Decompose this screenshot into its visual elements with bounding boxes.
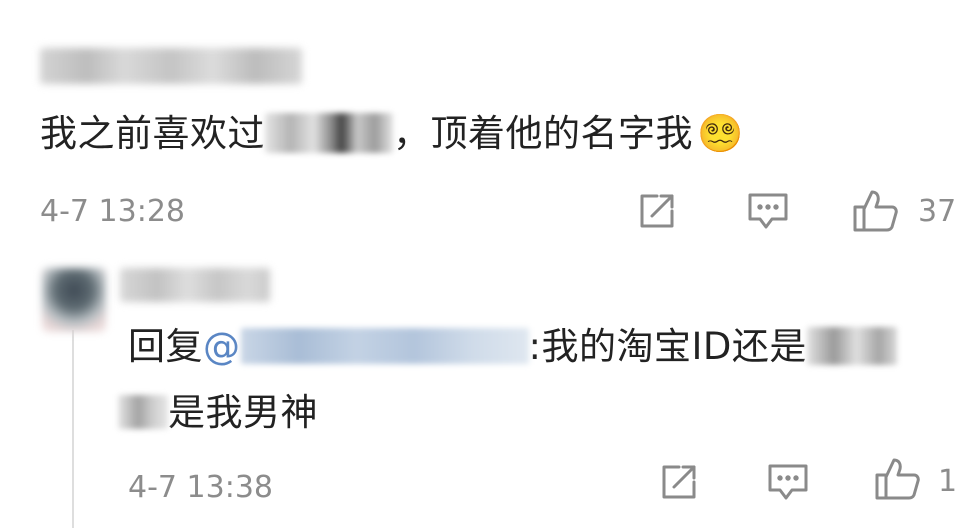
comment-text-start: 我之前喜欢过 <box>40 112 265 155</box>
reply-text-mid: :我的淘宝ID还是 <box>528 325 807 368</box>
username-blurred[interactable] <box>40 48 302 84</box>
reply-text-line-1: 回复@ :我的淘宝ID还是 <box>128 325 897 368</box>
reply-prefix: 回复 <box>128 325 203 368</box>
reply-text-end: 是我男神 <box>168 391 318 434</box>
like-count: 37 <box>918 194 957 229</box>
reply-text-line-2: 是我男神 <box>118 394 318 431</box>
redacted-id <box>806 326 897 365</box>
share-icon[interactable] <box>659 462 699 502</box>
thumbs-up-icon[interactable] <box>852 188 900 234</box>
avatar[interactable] <box>42 268 106 332</box>
share-icon[interactable] <box>637 191 677 231</box>
emoji-dizzy-icon: 😵‍💫 <box>697 112 744 155</box>
comment-text-end: ，顶着他的名字我 <box>393 112 693 155</box>
comment-icon[interactable] <box>746 191 790 233</box>
reply-username-blurred[interactable] <box>120 268 270 302</box>
mention-at: @ <box>203 325 241 368</box>
like-count: 1 <box>938 464 958 499</box>
redacted-name <box>265 112 393 153</box>
mention-name-blurred <box>240 327 529 364</box>
comment-text: 我之前喜欢过 ，顶着他的名字我 😵‍💫 <box>40 112 744 155</box>
thread-line <box>72 330 74 528</box>
comment-time: 4-7 13:28 <box>40 194 185 229</box>
mention-link[interactable]: @ <box>203 325 529 368</box>
thumbs-up-icon[interactable] <box>874 456 922 502</box>
reply-time: 4-7 13:38 <box>128 470 273 505</box>
comment-icon[interactable] <box>766 462 810 504</box>
redacted-id-cont <box>118 394 168 429</box>
